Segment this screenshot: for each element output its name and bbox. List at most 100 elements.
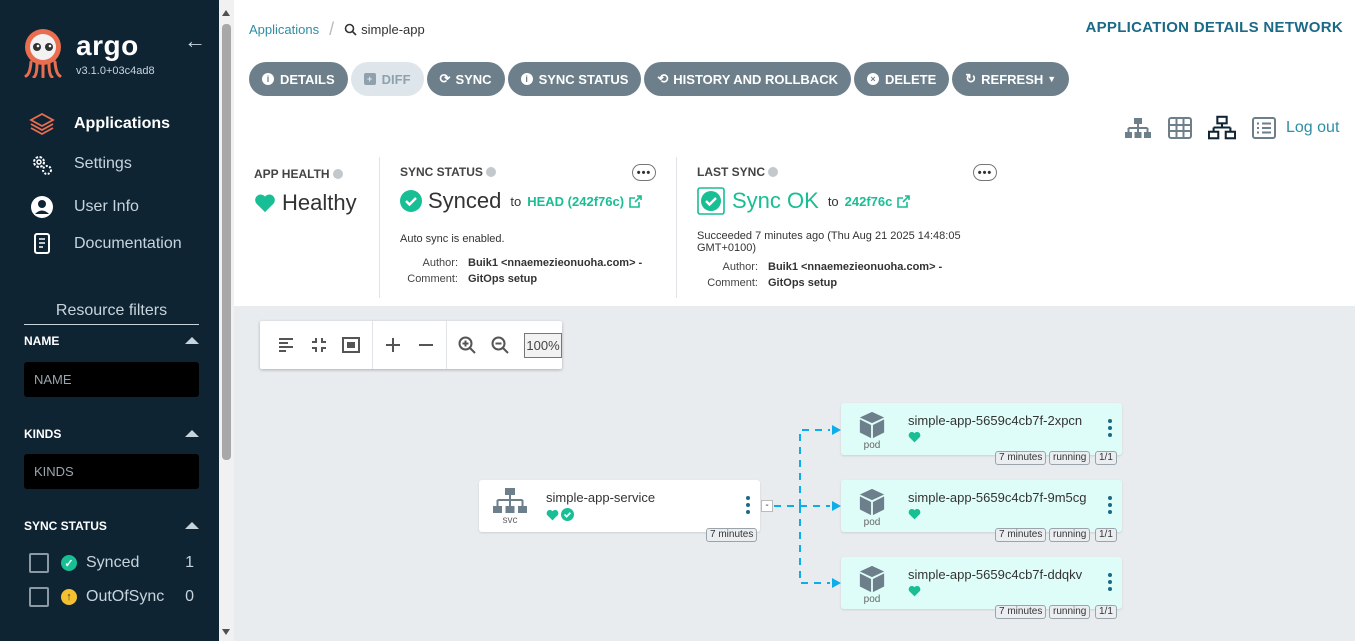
node-menu-icon[interactable] bbox=[1108, 419, 1112, 440]
option-label: OutOfSync bbox=[86, 588, 165, 605]
name-filter-input[interactable]: NAME bbox=[24, 362, 199, 397]
pod-node[interactable]: pod simple-app-5659c4cb7f-2xpcn bbox=[841, 403, 1122, 455]
last-sync-revision-link[interactable]: 242f76c bbox=[845, 194, 911, 209]
refresh-button[interactable]: ↻ REFRESH ▼ bbox=[952, 62, 1070, 96]
sync-status-value: Synced to HEAD (242f76c) bbox=[400, 188, 642, 214]
to-text: to bbox=[827, 193, 839, 209]
details-button[interactable]: i DETAILS bbox=[249, 62, 348, 96]
breadcrumb-current-label: simple-app bbox=[361, 22, 425, 37]
help-icon[interactable] bbox=[332, 169, 343, 179]
author-value: Buik1 <nnaemezieonuoha.com> - bbox=[468, 257, 643, 269]
list-view-icon[interactable] bbox=[1250, 116, 1278, 140]
history-icon: ⟲ bbox=[657, 71, 669, 86]
sync-status-filter-label: SYNC STATUS bbox=[24, 519, 107, 533]
resource-filters-title: Resource filters bbox=[24, 302, 199, 325]
node-status bbox=[908, 431, 921, 443]
scroll-up-icon[interactable] bbox=[222, 10, 230, 16]
app-health-value: Healthy bbox=[254, 190, 357, 216]
auto-sync-text: Auto sync is enabled. bbox=[400, 233, 505, 245]
value-text: Healthy bbox=[282, 190, 357, 215]
info-circle-icon: i bbox=[520, 73, 533, 85]
nav-label: User Info bbox=[74, 198, 139, 215]
pods-grid-view-icon[interactable] bbox=[1166, 116, 1194, 140]
info-circle-icon: i bbox=[262, 73, 274, 85]
name-filter-label: NAME bbox=[24, 334, 60, 348]
sync-button[interactable]: ⟳ SYNC bbox=[426, 62, 505, 96]
diff-button[interactable]: + DIFF bbox=[350, 62, 424, 96]
collapse-node-button[interactable]: - bbox=[761, 500, 773, 512]
kinds-filter-header[interactable]: KINDS bbox=[24, 427, 199, 441]
kinds-filter-input[interactable]: KINDS bbox=[24, 454, 199, 489]
external-link-icon bbox=[897, 194, 911, 208]
scrollbar-thumb[interactable] bbox=[222, 24, 231, 460]
view-switcher: Log out bbox=[1124, 115, 1339, 140]
delete-button[interactable]: × DELETE bbox=[853, 62, 950, 96]
help-icon[interactable] bbox=[768, 167, 779, 177]
nav-item-applications[interactable]: Applications bbox=[28, 111, 170, 137]
collapse-caret-icon[interactable] bbox=[185, 337, 199, 344]
author-value: Buik1 <nnaemezieonuoha.com> - bbox=[768, 261, 943, 273]
scroll-down-icon[interactable] bbox=[222, 629, 230, 635]
sync-status-more-button[interactable]: ••• bbox=[632, 164, 656, 181]
node-menu-icon[interactable] bbox=[1108, 573, 1112, 594]
sync-status-button[interactable]: i SYNC STATUS bbox=[507, 62, 642, 96]
checkbox[interactable] bbox=[29, 587, 49, 607]
page-title: APPLICATION DETAILS NETWORK bbox=[1085, 19, 1343, 36]
pod-node[interactable]: pod simple-app-5659c4cb7f-9m5cg bbox=[841, 480, 1122, 532]
nav-item-documentation[interactable]: Documentation bbox=[28, 231, 182, 257]
heart-icon bbox=[255, 194, 275, 213]
tree-view-icon[interactable] bbox=[1124, 116, 1152, 140]
panel-divider bbox=[379, 157, 380, 298]
filter-option-outofsync[interactable]: ↑ OutOfSync 0 bbox=[29, 586, 194, 608]
node-menu-icon[interactable] bbox=[1108, 496, 1112, 517]
option-count: 1 bbox=[185, 554, 194, 571]
heart-icon bbox=[908, 431, 921, 443]
button-label: SYNC STATUS bbox=[538, 71, 629, 87]
pod-icon-box: pod bbox=[853, 411, 891, 451]
button-label: DIFF bbox=[381, 71, 411, 87]
app-toolbar: i DETAILS + DIFF ⟳ SYNC i SYNC STATUS ⟲ … bbox=[249, 62, 1072, 96]
network-graph-canvas[interactable]: 100% - svc simple-app-service 7 minutes … bbox=[234, 306, 1355, 641]
node-type: pod bbox=[863, 440, 881, 451]
network-view-icon[interactable] bbox=[1208, 115, 1236, 140]
help-icon[interactable] bbox=[485, 167, 496, 177]
cube-icon bbox=[859, 411, 885, 439]
cube-icon bbox=[859, 488, 885, 516]
check-circle-icon bbox=[400, 190, 422, 212]
nav-item-user-info[interactable]: User Info bbox=[28, 194, 139, 220]
collapse-caret-icon[interactable] bbox=[185, 522, 199, 529]
nav-item-settings[interactable]: Settings bbox=[28, 151, 132, 177]
sidebar-scrollbar[interactable] bbox=[219, 0, 234, 641]
sync-status-filter-header[interactable]: SYNC STATUS bbox=[24, 519, 199, 533]
sync-revision-link[interactable]: HEAD (242f76c) bbox=[527, 194, 642, 209]
logout-link[interactable]: Log out bbox=[1286, 119, 1339, 137]
breadcrumb-applications-link[interactable]: Applications bbox=[249, 22, 319, 37]
name-filter-header[interactable]: NAME bbox=[24, 334, 199, 348]
button-label: DETAILS bbox=[280, 71, 335, 87]
comment-label: Comment: bbox=[407, 273, 458, 285]
layers-icon bbox=[28, 112, 56, 136]
version-label: v3.1.0+03c4ad8 bbox=[76, 65, 155, 77]
history-rollback-button[interactable]: ⟲ HISTORY AND ROLLBACK bbox=[644, 62, 851, 96]
button-label: HISTORY AND ROLLBACK bbox=[673, 71, 838, 87]
checkbox[interactable] bbox=[29, 553, 49, 573]
breadcrumb-current[interactable]: simple-app bbox=[344, 22, 425, 37]
revision-text: HEAD (242f76c) bbox=[527, 193, 625, 209]
ready-tag: 1/1 bbox=[1095, 528, 1117, 542]
external-link-icon bbox=[629, 194, 642, 208]
last-sync-more-button[interactable]: ••• bbox=[973, 164, 997, 181]
heart-icon bbox=[546, 509, 559, 520]
node-menu-icon[interactable] bbox=[746, 496, 750, 517]
option-label: Synced bbox=[86, 554, 140, 571]
argo-octopus-logo bbox=[24, 29, 62, 78]
node-name: simple-app-5659c4cb7f-ddqkv bbox=[908, 567, 1083, 582]
collapse-sidebar-icon[interactable]: ← bbox=[184, 30, 206, 52]
graph-edges bbox=[774, 425, 841, 588]
pod-node[interactable]: pod simple-app-5659c4cb7f-ddqkv bbox=[841, 557, 1122, 609]
collapse-caret-icon[interactable] bbox=[185, 430, 199, 437]
service-node[interactable]: svc simple-app-service bbox=[479, 480, 760, 532]
status-tag: running bbox=[1049, 451, 1091, 465]
last-sync-author-row: Author: Buik1 <nnaemezieonuoha.com> - bbox=[700, 261, 943, 273]
filter-option-synced[interactable]: ✓ Synced 1 bbox=[29, 552, 194, 574]
sync-icon: ⟳ bbox=[439, 71, 451, 86]
